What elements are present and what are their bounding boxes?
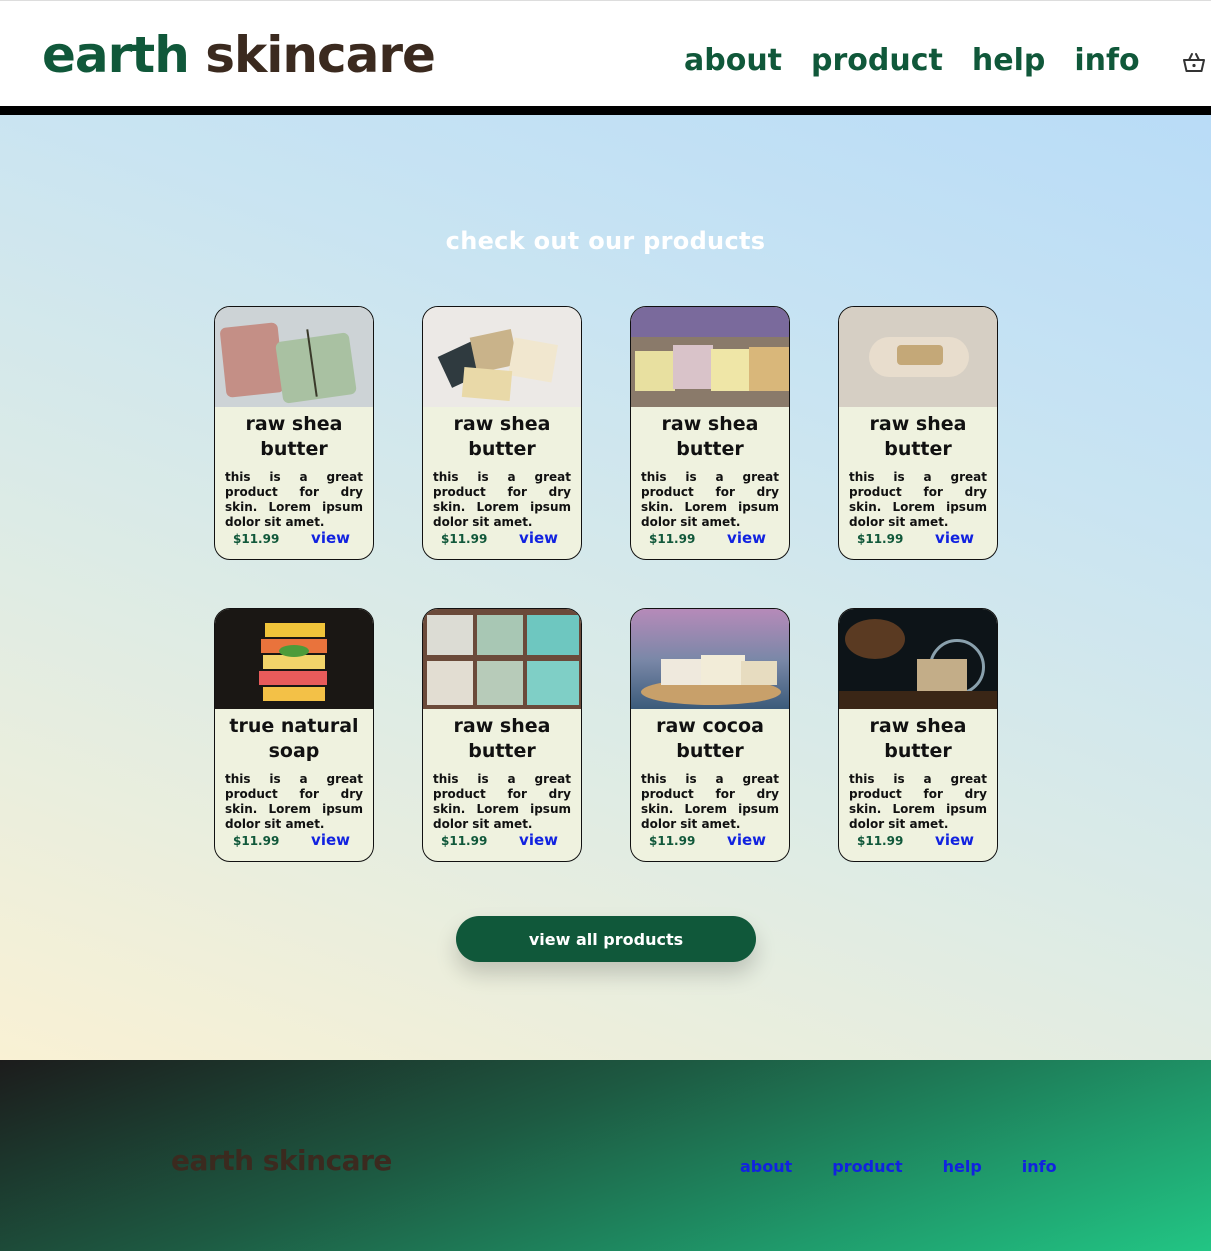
product-image <box>839 609 997 709</box>
section-title: check out our products <box>445 227 766 255</box>
view-product-link[interactable]: view <box>311 831 350 849</box>
product-name: raw cocoa butter <box>656 715 764 762</box>
product-name: raw shea butter <box>869 715 967 762</box>
product-price: $11.99 <box>233 834 280 848</box>
product-card[interactable]: raw shea butter this is a great product … <box>630 306 790 560</box>
product-image <box>631 307 789 407</box>
product-card[interactable]: raw shea butter this is a great product … <box>838 608 998 862</box>
footer-nav-help[interactable]: help <box>943 1157 982 1176</box>
product-name: raw shea butter <box>245 413 343 460</box>
nav-about[interactable]: about <box>684 41 782 81</box>
product-card[interactable]: raw shea butter this is a great product … <box>838 306 998 560</box>
product-description: this is a great product for dry skin. Lo… <box>225 772 363 831</box>
view-product-link[interactable]: view <box>727 529 766 547</box>
footer-nav-info[interactable]: info <box>1022 1157 1057 1176</box>
product-price: $11.99 <box>233 532 280 546</box>
product-image <box>839 307 997 407</box>
product-price: $11.99 <box>857 532 904 546</box>
product-price: $11.99 <box>649 834 696 848</box>
product-name: raw shea butter <box>661 413 759 460</box>
view-product-link[interactable]: view <box>519 529 558 547</box>
view-all-products-button[interactable]: view all products <box>456 916 756 962</box>
footer-nav: about product help info <box>740 1157 1097 1176</box>
product-card[interactable]: raw shea butter this is a great product … <box>214 306 374 560</box>
product-description: this is a great product for dry skin. Lo… <box>433 772 571 831</box>
product-price: $11.99 <box>857 834 904 848</box>
product-card[interactable]: raw shea butter this is a great product … <box>422 306 582 560</box>
logo-word-earth: earth <box>42 26 190 84</box>
product-description: this is a great product for dry skin. Lo… <box>225 470 363 529</box>
product-description: this is a great product for dry skin. Lo… <box>641 470 779 529</box>
product-image <box>423 307 581 407</box>
shopping-basket-icon[interactable] <box>1181 50 1207 76</box>
footer-nav-product[interactable]: product <box>832 1157 902 1176</box>
nav-help[interactable]: help <box>972 41 1045 81</box>
product-price: $11.99 <box>649 532 696 546</box>
view-product-link[interactable]: view <box>727 831 766 849</box>
product-name: raw shea butter <box>453 715 551 762</box>
product-image <box>215 609 373 709</box>
view-product-link[interactable]: view <box>311 529 350 547</box>
product-name: true natural soap <box>229 715 359 762</box>
site-footer: earth skincare about product help info <box>0 1060 1211 1251</box>
view-product-link[interactable]: view <box>935 529 974 547</box>
product-card[interactable]: true natural soap this is a great produc… <box>214 608 374 862</box>
product-description: this is a great product for dry skin. Lo… <box>849 772 987 831</box>
site-logo[interactable]: earth skincare <box>42 26 436 84</box>
product-name: raw shea butter <box>869 413 967 460</box>
view-product-link[interactable]: view <box>519 831 558 849</box>
footer-nav-about[interactable]: about <box>740 1157 792 1176</box>
product-name: raw shea butter <box>453 413 551 460</box>
product-card[interactable]: raw cocoa butter this is a great product… <box>630 608 790 862</box>
view-product-link[interactable]: view <box>935 831 974 849</box>
nav-product[interactable]: product <box>811 41 943 81</box>
product-image <box>215 307 373 407</box>
product-description: this is a great product for dry skin. Lo… <box>849 470 987 529</box>
logo-word-skincare: skincare <box>205 26 436 84</box>
product-price: $11.99 <box>441 532 488 546</box>
header-divider <box>0 106 1211 115</box>
product-image <box>631 609 789 709</box>
site-header: earth skincare about product help info <box>0 0 1211 106</box>
product-price: $11.99 <box>441 834 488 848</box>
product-description: this is a great product for dry skin. Lo… <box>433 470 571 529</box>
products-section: check out our products raw shea butter t… <box>0 115 1211 1060</box>
footer-logo[interactable]: earth skincare <box>171 1144 392 1177</box>
main-nav: about product help info <box>684 41 1207 81</box>
product-description: this is a great product for dry skin. Lo… <box>641 772 779 831</box>
nav-info[interactable]: info <box>1074 41 1139 81</box>
product-image <box>423 609 581 709</box>
product-card[interactable]: raw shea butter this is a great product … <box>422 608 582 862</box>
